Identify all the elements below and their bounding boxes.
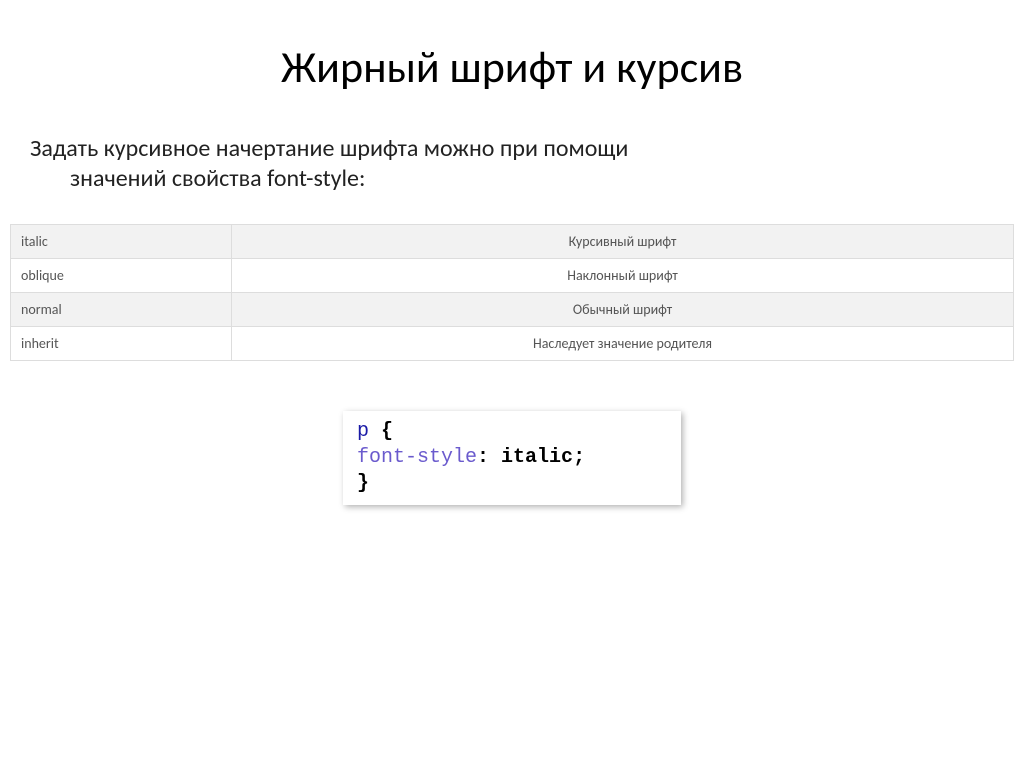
table-row: italic Курсивный шрифт (11, 225, 1014, 259)
page-title: Жирный шрифт и курсив (0, 40, 1024, 94)
table-cell-key: normal (11, 293, 232, 327)
table-cell-desc: Обычный шрифт (232, 293, 1014, 327)
intro-line2: значений свойства font-style: (30, 164, 964, 194)
intro-line1: Задать курсивное начертание шрифта можно… (30, 134, 628, 163)
table-row: inherit Наследует значение родителя (11, 327, 1014, 361)
table-row: normal Обычный шрифт (11, 293, 1014, 327)
table-cell-desc: Наследует значение родителя (232, 327, 1014, 361)
code-snippet: p { font-style: italic; } (343, 411, 681, 505)
code-semicolon: ; (573, 446, 585, 469)
code-property: font-style (357, 446, 477, 469)
table-cell-desc: Курсивный шрифт (232, 225, 1014, 259)
font-style-table: italic Курсивный шрифт oblique Наклонный… (10, 224, 1014, 361)
code-value: italic (501, 446, 573, 469)
code-selector: p (357, 420, 369, 443)
slide: Жирный шрифт и курсив Задать курсивное н… (0, 0, 1024, 767)
code-brace-open: { (381, 420, 393, 443)
table-cell-desc: Наклонный шрифт (232, 259, 1014, 293)
table-cell-key: italic (11, 225, 232, 259)
table-row: oblique Наклонный шрифт (11, 259, 1014, 293)
intro-text: Задать курсивное начертание шрифта можно… (30, 134, 964, 194)
table-cell-key: inherit (11, 327, 232, 361)
code-colon: : (477, 446, 501, 469)
table-cell-key: oblique (11, 259, 232, 293)
code-brace-close: } (357, 472, 369, 495)
